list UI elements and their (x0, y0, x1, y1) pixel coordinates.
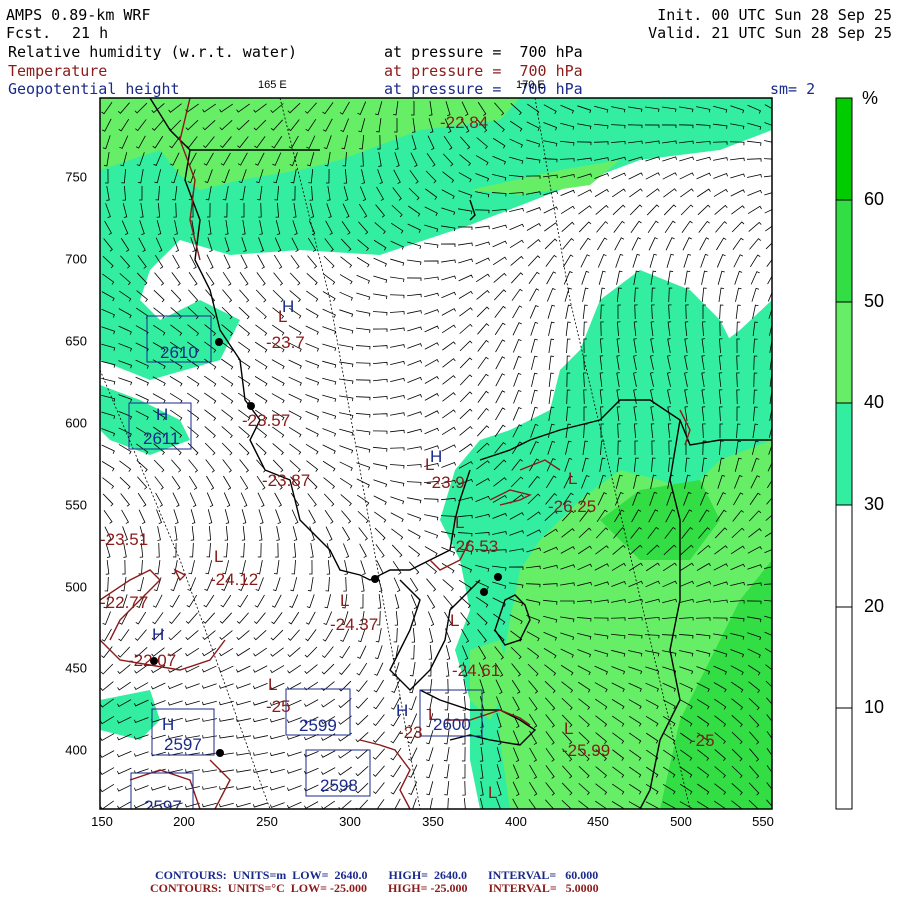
x-tick-400: 400 (505, 814, 527, 829)
high-low-symbol: L (568, 469, 577, 488)
y-tick-500: 500 (65, 579, 87, 595)
temperature-label: -22.84 (440, 113, 488, 132)
height-label: 2611 (143, 429, 180, 448)
colorbar-20-30 (835, 504, 853, 608)
colorbar-label-60: 60 (864, 189, 885, 209)
high-low-symbol: L (268, 675, 277, 694)
temperature-label: -25 (690, 731, 715, 750)
high-low-symbol: L (564, 719, 573, 738)
colorbar-0-10 (835, 707, 853, 810)
colorbar-50-60 (835, 199, 853, 303)
height-label: 2599 (299, 716, 337, 735)
colorbar-label-10: 10 (864, 697, 885, 717)
map-canvas: -22.84 -23.7 -23.57 -23.87 -23.9 -26.25 -23.51… (99, 97, 853, 810)
x-tick-350: 350 (422, 814, 444, 829)
temperature-label: -24.37 (330, 615, 378, 634)
temperature-label: -26.53 (450, 537, 498, 556)
high-low-symbol: L (214, 547, 223, 566)
high-low-symbol: L (455, 513, 464, 532)
temperature-label: -25.99 (562, 741, 610, 760)
high-low-symbol: H (162, 715, 174, 734)
y-tick-600: 600 (65, 415, 87, 431)
colorbar-label-50: 50 (864, 291, 885, 311)
x-tick-150: 150 (91, 814, 113, 829)
x-tick-450: 450 (587, 814, 609, 829)
x-tick-250: 250 (256, 814, 278, 829)
x-tick-500: 500 (670, 814, 692, 829)
temperature-label: -23.7 (266, 333, 305, 352)
y-tick-550: 550 (65, 497, 87, 513)
x-tick-550: 550 (752, 814, 774, 829)
colorbar-40-50 (835, 301, 853, 404)
colorbar-unit: % (862, 88, 879, 108)
high-low-symbol: H (282, 297, 294, 316)
high-low-symbol: H (430, 447, 442, 466)
colorbar-label-40: 40 (864, 392, 885, 412)
temperature-label: -25 (266, 697, 291, 716)
high-low-symbol: L (340, 591, 349, 610)
y-tick-650: 650 (65, 333, 87, 349)
colorbar-label-30: 30 (864, 494, 885, 514)
colorbar-label-20: 20 (864, 596, 885, 616)
temperature-label: -22.77 (100, 593, 148, 612)
high-low-symbol: H (156, 405, 168, 424)
high-low-symbol: H (396, 701, 408, 720)
temperature-label: -23 (398, 723, 423, 742)
temperature-label: -23.51 (100, 530, 148, 549)
height-label: 2598 (320, 776, 358, 795)
temperature-label: -26.25 (548, 497, 596, 516)
height-label: 2600 (433, 715, 471, 734)
height-label: 2610 (160, 343, 198, 362)
temperature-label: -22.07 (128, 651, 176, 670)
temperature-label: -23.87 (262, 471, 310, 490)
y-tick-700: 700 (65, 251, 87, 267)
colorbar-60-70 (835, 97, 853, 201)
colorbar-30-40 (835, 402, 853, 506)
temperature-label: -23.9 (426, 473, 465, 492)
height-label: 2597 (164, 735, 202, 754)
high-low-symbol: H (152, 625, 164, 644)
footer-temp-contours: CONTOURS: UNITS=°C LOW= -25.000 HIGH= -2… (150, 881, 599, 895)
temperature-label: -24.61 (452, 661, 500, 680)
colorbar-10-20 (835, 606, 853, 709)
x-tick-200: 200 (173, 814, 195, 829)
y-tick-400: 400 (65, 742, 87, 758)
y-tick-750: 750 (65, 169, 87, 185)
high-low-symbol: L (450, 611, 459, 630)
y-tick-450: 450 (65, 660, 87, 676)
temperature-label: -24.12 (210, 570, 258, 589)
high-low-symbol: L (488, 783, 497, 802)
temperature-label: -23.57 (242, 411, 290, 430)
x-tick-300: 300 (339, 814, 361, 829)
colorbar (835, 97, 853, 810)
